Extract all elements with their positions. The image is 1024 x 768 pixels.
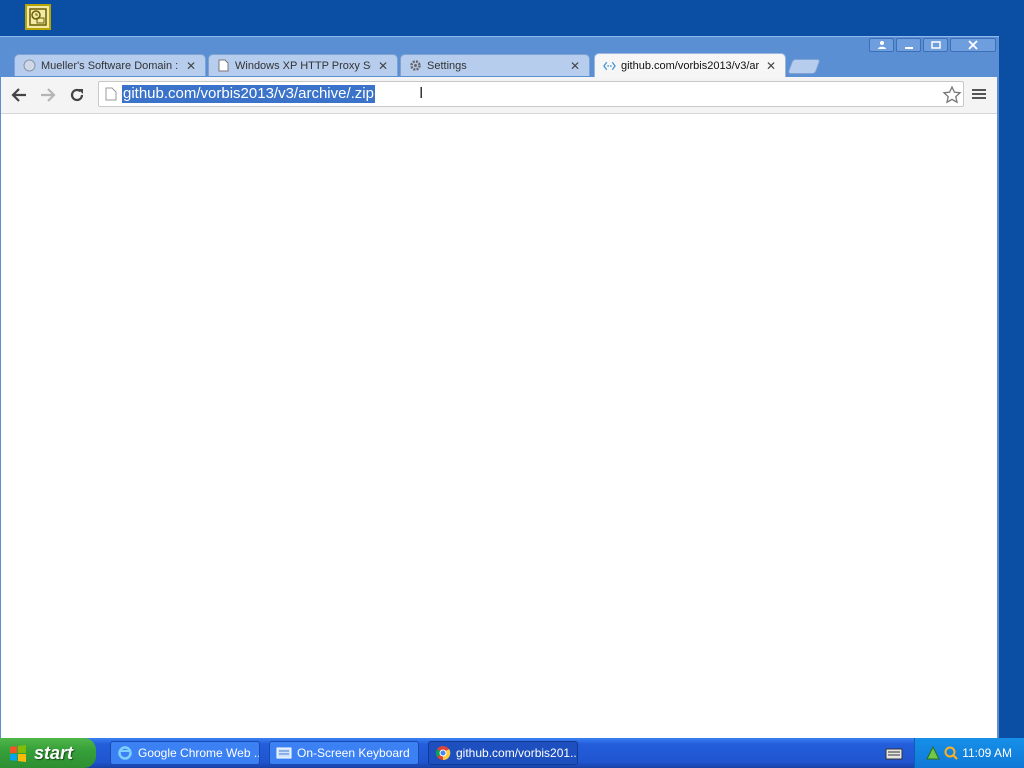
tab-strip: Mueller's Software Domain :: ✕ Windows X… — [0, 51, 999, 77]
desktop-shortcut-icon[interactable] — [25, 4, 51, 30]
start-label: start — [34, 742, 74, 763]
loading-icon — [603, 59, 616, 72]
tab-title: Windows XP HTTP Proxy Set — [235, 59, 371, 72]
new-tab-button[interactable] — [787, 59, 821, 74]
profile-icon — [877, 41, 886, 49]
reload-button[interactable] — [67, 85, 87, 105]
language-bar-keyboard-icon[interactable] — [885, 748, 903, 760]
tab-proxy[interactable]: Windows XP HTTP Proxy Set ✕ — [208, 54, 398, 76]
taskbar-item-chrome[interactable]: github.com/vorbis201... — [428, 741, 578, 765]
tab-title: Settings — [427, 59, 467, 72]
windows-logo-icon — [10, 745, 26, 762]
tab-title: Mueller's Software Domain :: — [41, 59, 179, 72]
keyboard-icon — [276, 745, 292, 761]
text-cursor-icon: I — [419, 85, 424, 102]
browser-toolbar: github.com/vorbis2013/v3/archive/.zip I — [1, 77, 997, 114]
restore-icon — [930, 41, 941, 49]
taskbar-item-ie[interactable]: Google Chrome Web ... — [110, 741, 260, 765]
task-label: github.com/vorbis201... — [456, 746, 577, 760]
tab-close-button[interactable]: ✕ — [185, 59, 197, 73]
address-bar[interactable]: github.com/vorbis2013/v3/archive/.zip I — [98, 81, 964, 107]
back-arrow-icon — [11, 88, 26, 102]
task-label: On-Screen Keyboard — [297, 746, 410, 760]
forward-arrow-icon — [41, 88, 56, 102]
bookmark-star-button[interactable] — [942, 85, 962, 105]
back-button[interactable] — [9, 85, 29, 105]
tab-close-button[interactable]: ✕ — [765, 59, 777, 73]
page-icon — [105, 87, 117, 101]
tab-close-button[interactable]: ✕ — [569, 59, 581, 73]
network-icon[interactable] — [925, 745, 941, 761]
magnifier-icon[interactable] — [943, 745, 959, 761]
page-content — [1, 114, 997, 740]
tab-title: github.com/vorbis2013/v3/ar — [621, 59, 759, 72]
star-icon — [942, 85, 962, 104]
tab-mueller[interactable]: Mueller's Software Domain :: ✕ — [14, 54, 206, 76]
url-text[interactable]: github.com/vorbis2013/v3/archive/.zip — [122, 85, 375, 103]
gear-icon — [409, 59, 422, 72]
close-icon — [968, 40, 978, 50]
tab-close-button[interactable]: ✕ — [377, 59, 389, 73]
minimize-button[interactable] — [896, 38, 921, 52]
taskbar-item-osk[interactable]: On-Screen Keyboard — [269, 741, 419, 765]
profile-button[interactable] — [869, 38, 894, 52]
chrome-menu-button[interactable] — [972, 87, 986, 101]
taskbar: start Google Chrome Web ... On-Screen Ke… — [0, 738, 1024, 768]
clock[interactable]: 11:09 AM — [962, 746, 1012, 760]
task-label: Google Chrome Web ... — [138, 746, 259, 760]
ie-icon — [117, 745, 133, 761]
reload-icon — [70, 88, 84, 102]
forward-button[interactable] — [38, 85, 58, 105]
chrome-icon — [435, 745, 451, 761]
globe-icon — [23, 59, 36, 72]
start-button[interactable]: start — [0, 738, 96, 768]
minimize-icon — [904, 47, 913, 49]
browser-window: Mueller's Software Domain :: ✕ Windows X… — [0, 36, 999, 741]
tab-settings[interactable]: Settings ✕ — [400, 54, 590, 76]
close-window-button[interactable] — [950, 38, 996, 52]
page-icon — [217, 59, 230, 72]
system-tray: 11:09 AM — [914, 738, 1024, 768]
maximize-button[interactable] — [923, 38, 948, 52]
tab-github[interactable]: github.com/vorbis2013/v3/ar ✕ — [594, 53, 786, 77]
